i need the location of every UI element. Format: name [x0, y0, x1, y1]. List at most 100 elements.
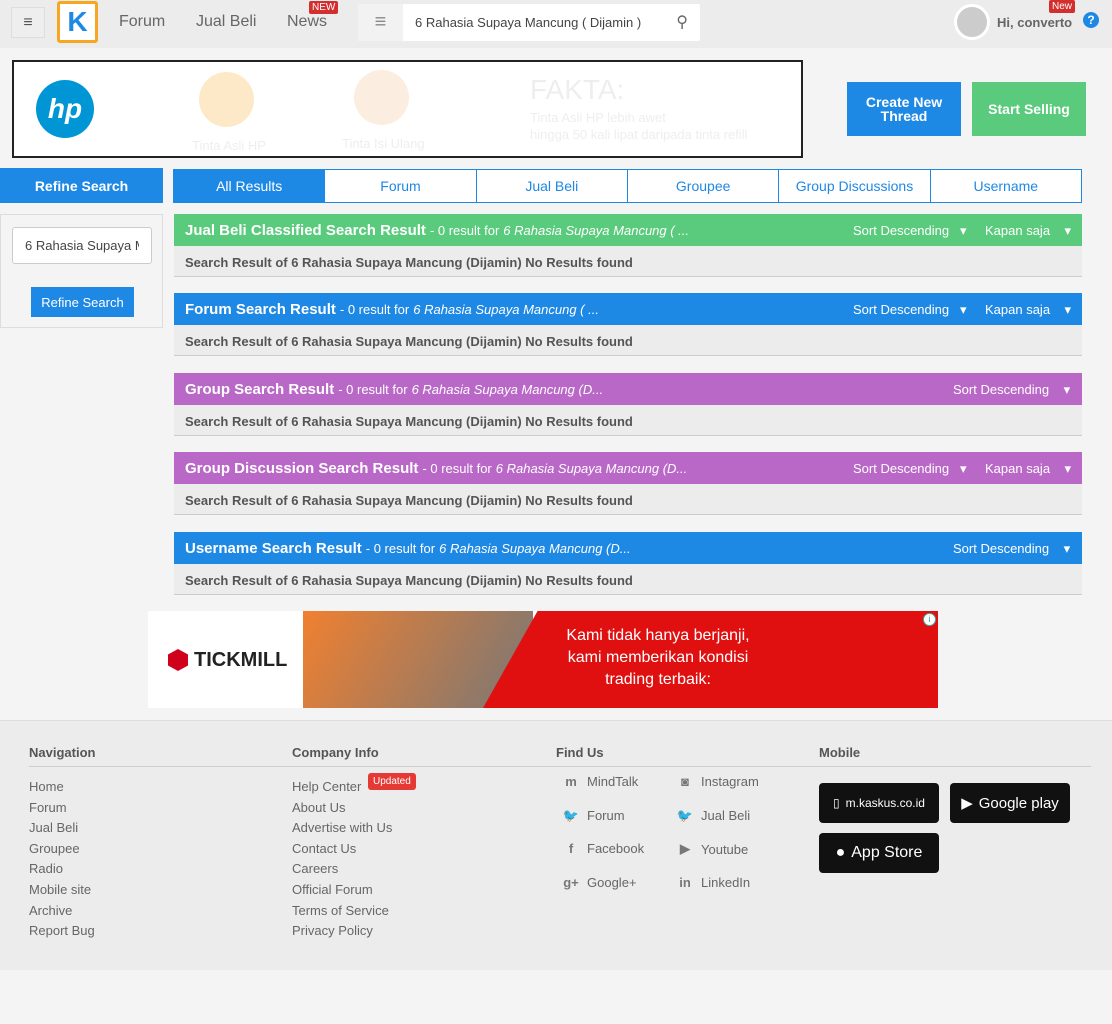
sort-label: Sort Descending	[853, 461, 950, 476]
caret-down-icon: ▾	[959, 302, 967, 317]
section-query: 6 Rahasia Supaya Mancung ( ...	[413, 301, 599, 317]
sort-dropdown[interactable]: Sort Descending ▾	[853, 461, 967, 477]
youtube-icon: ▶	[680, 841, 690, 857]
footer-link[interactable]: About Us	[292, 800, 392, 821]
footer-link[interactable]: Archive	[29, 903, 95, 924]
no-results-message: Search Result of 6 Rahasia Supaya Mancun…	[174, 564, 1082, 595]
footer-link[interactable]: Privacy Policy	[292, 923, 392, 944]
social-link[interactable]: ▶ Youtube	[675, 841, 748, 857]
social-label: Jual Beli	[701, 808, 751, 824]
nav-news[interactable]: News	[287, 13, 327, 31]
tab-username[interactable]: Username	[929, 169, 1082, 203]
twitter-icon: 🐦	[562, 807, 580, 823]
help-icon[interactable]: ?	[1083, 12, 1099, 28]
no-results-message: Search Result of 6 Rahasia Supaya Mancun…	[174, 405, 1082, 436]
social-link[interactable]: 🐦 Jual Beli	[675, 808, 750, 824]
footer-heading: Find Us	[556, 745, 604, 760]
linkedin-icon: in	[679, 875, 691, 891]
refine-search-button[interactable]: Refine Search	[31, 287, 134, 317]
search-result-section: Group Search Result - 0 result for 6 Rah…	[174, 373, 1082, 436]
tab-groupee[interactable]: Groupee	[626, 169, 780, 203]
ad-text: Kami tidak hanya berjanji, kami memberik…	[528, 625, 788, 691]
sort-dropdown[interactable]: Sort Descending ▾	[853, 223, 967, 239]
google-plus-icon: g+	[563, 875, 579, 891]
apple-icon: ●	[835, 844, 846, 861]
phone-icon: ▯	[833, 796, 840, 810]
time-dropdown[interactable]: Kapan saja ▾	[985, 302, 1071, 318]
footer-link[interactable]: Terms of Service	[292, 903, 392, 924]
tab-group-discussions[interactable]: Group Discussions	[778, 169, 931, 203]
social-label: Instagram	[701, 774, 759, 789]
tab-forum[interactable]: Forum	[324, 169, 477, 203]
adchoices-icon[interactable]: i	[923, 613, 936, 626]
ad-label: Tinta Isi Ulang	[342, 136, 425, 151]
hp-ad-banner[interactable]: hp Tinta Asli HP Tinta Isi Ulang FAKTA: …	[12, 60, 803, 158]
refine-search-input[interactable]	[12, 227, 152, 264]
tab-all-results[interactable]: All Results	[173, 169, 326, 203]
caret-down-icon: ▾	[1063, 541, 1071, 556]
footer-link[interactable]: Forum	[29, 800, 95, 821]
store-label: App Store	[851, 844, 923, 861]
search-icon[interactable]: ⚲	[676, 12, 688, 32]
footer-link[interactable]: Advertise with Us	[292, 820, 392, 841]
section-title: Jual Beli Classified Search Result	[185, 221, 426, 239]
refine-search-heading: Refine Search	[0, 168, 163, 203]
section-title: Group Search Result	[185, 380, 335, 398]
mindtalk-icon: m	[565, 774, 577, 789]
avatar[interactable]	[954, 4, 990, 40]
google-play-button[interactable]: ▶ Google play	[950, 783, 1070, 823]
section-title: Forum Search Result	[185, 300, 336, 318]
ad-line: kami memberikan kondisi	[567, 649, 749, 666]
ad-line: trading terbaik:	[605, 671, 711, 688]
tickmill-ad-banner[interactable]: TICKMILL Kami tidak hanya berjanji, kami…	[148, 611, 938, 708]
time-label: Kapan saja	[985, 302, 1051, 317]
footer-link[interactable]: Report Bug	[29, 923, 95, 944]
sort-dropdown[interactable]: Sort Descending ▾	[953, 382, 1070, 398]
nav-forum[interactable]: Forum	[119, 13, 165, 31]
footer-link[interactable]: Official Forum	[292, 882, 392, 903]
social-link[interactable]: 🐦 Forum	[561, 808, 625, 824]
footer-link[interactable]: Home	[29, 779, 95, 800]
time-dropdown[interactable]: Kapan saja ▾	[985, 461, 1071, 477]
sort-label: Sort Descending	[853, 302, 950, 317]
footer-link[interactable]: Radio	[29, 861, 95, 882]
search-category-icon[interactable]: ≡	[358, 4, 403, 41]
sort-label: Sort Descending	[953, 382, 1050, 397]
footer-link[interactable]: Careers	[292, 861, 392, 882]
section-meta: - 0 result for	[429, 222, 500, 238]
menu-button[interactable]: ≡	[11, 7, 45, 38]
app-store-button[interactable]: ● App Store	[819, 833, 939, 873]
social-link[interactable]: f Facebook	[561, 841, 644, 856]
sort-dropdown[interactable]: Sort Descending ▾	[953, 541, 1070, 557]
time-dropdown[interactable]: Kapan saja ▾	[985, 223, 1071, 239]
kaskus-logo[interactable]: K	[57, 1, 98, 43]
social-link[interactable]: g+ Google+	[561, 875, 636, 891]
tab-jual-beli[interactable]: Jual Beli	[475, 169, 628, 203]
social-link[interactable]: ◙ Instagram	[675, 774, 759, 789]
no-results-message: Search Result of 6 Rahasia Supaya Mancun…	[174, 246, 1082, 277]
store-label: m.kaskus.co.id	[845, 796, 925, 810]
social-link[interactable]: m MindTalk	[561, 774, 638, 789]
ad-fact-title: FAKTA:	[530, 74, 625, 105]
mobile-site-button[interactable]: ▯ m.kaskus.co.id	[819, 783, 939, 823]
footer-link[interactable]: Contact Us	[292, 841, 392, 862]
search-input[interactable]: 6 Rahasia Supaya Mancung ( Dijamin )	[415, 15, 641, 30]
ink-image	[199, 72, 254, 127]
footer-link[interactable]: Jual Beli	[29, 820, 95, 841]
footer-link[interactable]: Mobile site	[29, 882, 95, 903]
time-label: Kapan saja	[985, 461, 1051, 476]
social-label: MindTalk	[587, 774, 639, 789]
user-greeting[interactable]: Hi, converto	[997, 15, 1072, 30]
footer-link[interactable]: Groupee	[29, 841, 95, 862]
section-header: Forum Search Result - 0 result for 6 Rah…	[174, 293, 1082, 325]
time-label: Kapan saja	[985, 223, 1051, 238]
section-meta: - 0 result for	[339, 301, 410, 317]
create-thread-button[interactable]: Create New Thread	[847, 82, 961, 136]
caret-down-icon: ▾	[1064, 223, 1072, 238]
start-selling-button[interactable]: Start Selling	[972, 82, 1086, 136]
social-label: Facebook	[587, 841, 645, 857]
ad-fact-text: hingga 50 kali lipat daripada tinta refi…	[530, 127, 748, 142]
nav-jual-beli[interactable]: Jual Beli	[196, 13, 256, 31]
sort-dropdown[interactable]: Sort Descending ▾	[853, 302, 967, 318]
social-link[interactable]: in LinkedIn	[675, 875, 750, 890]
